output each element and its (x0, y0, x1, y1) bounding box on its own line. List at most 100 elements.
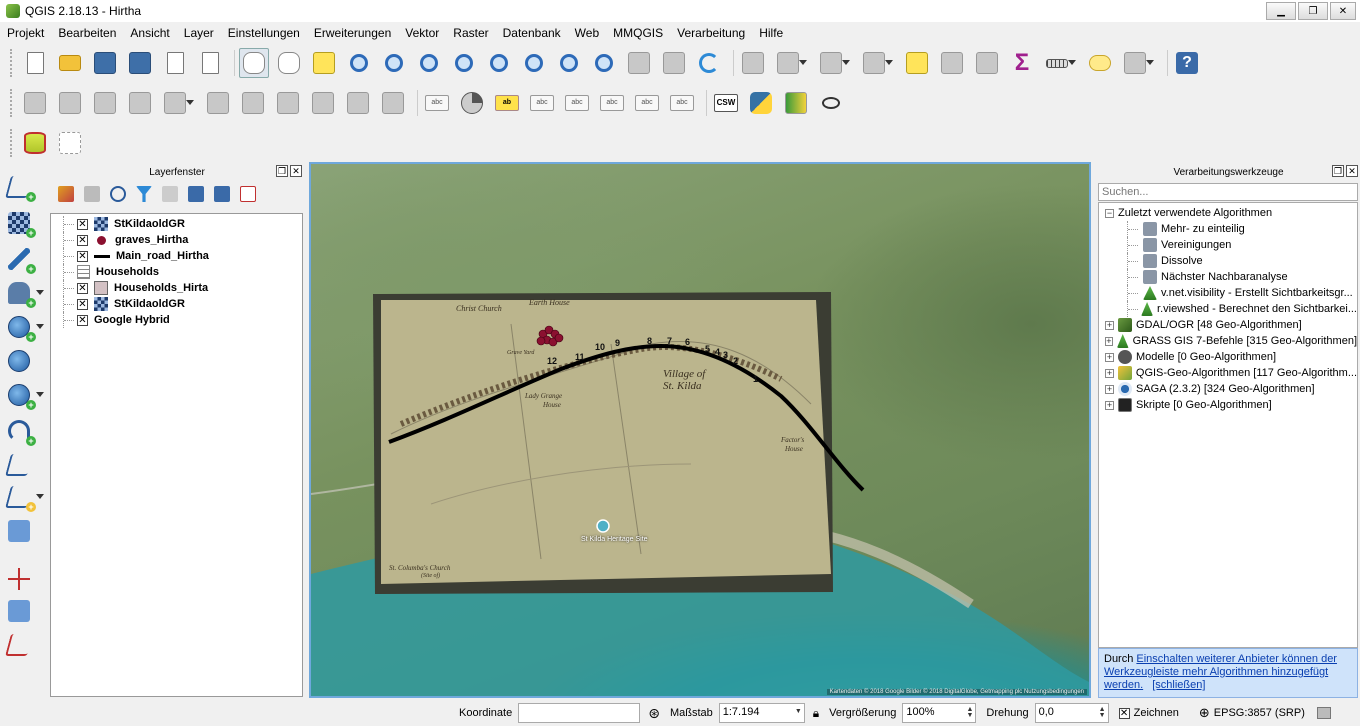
save-as-button[interactable] (125, 48, 155, 78)
coordinate-field[interactable] (518, 703, 641, 723)
expand-icon[interactable]: + (1105, 400, 1114, 410)
toolbar-grip[interactable] (10, 49, 14, 77)
offline-editing-button[interactable] (6, 598, 32, 624)
move-feature-button[interactable] (203, 88, 233, 118)
menu-layer[interactable]: Layer (177, 26, 221, 40)
chevron-down-icon[interactable] (36, 494, 44, 499)
delete-selected-button[interactable] (273, 88, 303, 118)
chevron-down-icon[interactable] (36, 290, 44, 295)
layer-visibility-checkbox[interactable]: ✕ (77, 314, 88, 326)
expand-icon[interactable]: + (1105, 368, 1114, 378)
rotate-label-button[interactable]: abc (632, 88, 662, 118)
change-label-button[interactable]: abc (667, 88, 697, 118)
chevron-down-icon[interactable] (36, 392, 44, 397)
menu-web[interactable]: Web (568, 26, 606, 40)
pan-map-button[interactable] (274, 48, 304, 78)
layer-row[interactable]: ✕ Households_Hirta (51, 280, 302, 296)
save-project-button[interactable] (90, 48, 120, 78)
add-postgis-layer-button[interactable]: + (6, 280, 36, 308)
algorithm-item[interactable]: Dissolve (1099, 253, 1357, 269)
menu-ansicht[interactable]: Ansicht (123, 26, 176, 40)
minimize-button[interactable]: ▁ (1266, 2, 1296, 20)
algorithm-item[interactable]: r.viewshed - Berechnet den Sichtbarkei..… (1099, 301, 1357, 317)
extents-toggle-icon[interactable]: ⊛ (648, 705, 660, 722)
layer-visibility-checkbox[interactable]: ✕ (77, 218, 88, 230)
map-canvas[interactable]: Christ Church Earth House Grave Yard Vil… (309, 162, 1091, 698)
new-shapefile-button[interactable] (5, 452, 33, 478)
add-xy-point-button[interactable] (6, 566, 32, 592)
metasearch-button[interactable]: CSW (711, 88, 741, 118)
toggle-editing-button[interactable] (55, 88, 85, 118)
pan-touch-button[interactable] (239, 48, 269, 78)
provider-models[interactable]: + Modelle [0 Geo-Algorithmen] (1099, 349, 1357, 365)
expand-all-icon[interactable] (188, 186, 204, 202)
select-by-expression-button[interactable] (859, 48, 893, 78)
algorithm-item[interactable]: v.net.visibility - Erstellt Sichtbarkeit… (1099, 285, 1357, 301)
menu-datenbank[interactable]: Datenbank (496, 26, 568, 40)
node-tool-button[interactable] (238, 88, 268, 118)
add-group-icon[interactable] (84, 186, 100, 202)
current-edits-button[interactable] (20, 88, 50, 118)
provider-saga[interactable]: + SAGA (2.3.2) [324 Geo-Algorithmen] (1099, 381, 1357, 397)
new-project-button[interactable] (20, 48, 50, 78)
zoom-last-button[interactable] (554, 48, 584, 78)
show-hide-labels-button[interactable]: abc (562, 88, 592, 118)
show-bookmarks-button[interactable] (659, 48, 689, 78)
layer-row[interactable]: ✕ StKildaoldGR (51, 216, 302, 232)
crs-label[interactable]: EPSG:3857 (SRP) (1214, 707, 1305, 719)
provider-qgis[interactable]: + QGIS-Geo-Algorithmen [117 Geo-Algorith… (1099, 365, 1357, 381)
style-layer-icon[interactable] (58, 186, 74, 202)
zoom-full-button[interactable] (449, 48, 479, 78)
add-wms-layer-button[interactable]: + (6, 314, 36, 342)
toolbar-grip[interactable] (10, 129, 14, 157)
chevron-down-icon[interactable] (36, 324, 44, 329)
menu-verarbeitung[interactable]: Verarbeitung (670, 26, 752, 40)
filter-expression-icon[interactable] (162, 186, 178, 202)
raster-calc-button[interactable] (781, 88, 811, 118)
collapse-all-icon[interactable] (214, 186, 230, 202)
pan-to-selection-button[interactable] (309, 48, 339, 78)
layer-row[interactable]: ✕ graves_Hirtha (51, 232, 302, 248)
crs-globe-icon[interactable]: ⊕ (1199, 705, 1210, 721)
layer-row[interactable]: ✕ Main_road_Hirtha (51, 248, 302, 264)
toolbar-grip[interactable] (10, 89, 14, 117)
viewshed-button[interactable] (816, 88, 846, 118)
float-panel-button[interactable]: ❐ (276, 165, 288, 177)
add-vector-layer-button[interactable]: + (5, 174, 36, 202)
menu-einstellungen[interactable]: Einstellungen (221, 26, 307, 40)
python-console-button[interactable] (746, 88, 776, 118)
algorithm-item[interactable]: Vereinigungen (1099, 237, 1357, 253)
spin-arrows-icon[interactable]: ▲ ▼ (966, 706, 973, 719)
menu-erweiterungen[interactable]: Erweiterungen (307, 26, 398, 40)
filter-icon[interactable] (136, 186, 152, 202)
geometry-checker-button[interactable] (5, 632, 33, 658)
algorithm-search-input[interactable]: Suchen... (1098, 183, 1358, 201)
algorithm-item[interactable]: Nächster Nachbaranalyse (1099, 269, 1357, 285)
provider-gdal[interactable]: + GDAL/OGR [48 Geo-Algorithmen] (1099, 317, 1357, 333)
maximize-button[interactable]: ❐ (1298, 2, 1328, 20)
paste-features-button[interactable] (378, 88, 408, 118)
lock-scale-icon[interactable]: 🔒︎ (813, 706, 819, 721)
zoom-to-selection-button[interactable] (484, 48, 514, 78)
zoom-native-button[interactable] (414, 48, 444, 78)
close-panel-button[interactable]: ✕ (290, 165, 302, 177)
zoom-next-button[interactable] (589, 48, 619, 78)
menu-vektor[interactable]: Vektor (398, 26, 446, 40)
open-project-button[interactable] (55, 48, 85, 78)
attribute-table-button[interactable] (937, 48, 967, 78)
text-annotation-button[interactable] (1120, 48, 1154, 78)
zoom-in-button[interactable] (344, 48, 374, 78)
statistical-summary-button[interactable]: Σ (1007, 48, 1037, 78)
db-manager-button[interactable] (20, 128, 50, 158)
render-checkbox[interactable]: ✕ (1118, 707, 1130, 719)
cut-features-button[interactable] (308, 88, 338, 118)
expand-icon[interactable]: + (1105, 336, 1113, 346)
provider-grass[interactable]: + GRASS GIS 7-Befehle [315 Geo-Algorithm… (1099, 333, 1357, 349)
spin-arrows-icon[interactable]: ▲ ▼ (1099, 706, 1106, 719)
georeferencer-button[interactable] (55, 128, 85, 158)
close-info-link[interactable]: [schließen] (1152, 679, 1205, 691)
menu-raster[interactable]: Raster (446, 26, 495, 40)
layer-visibility-checkbox[interactable]: ✕ (77, 250, 88, 262)
layer-visibility-checkbox[interactable]: ✕ (77, 282, 88, 294)
tree-group-recent[interactable]: − Zuletzt verwendete Algorithmen (1099, 205, 1357, 221)
